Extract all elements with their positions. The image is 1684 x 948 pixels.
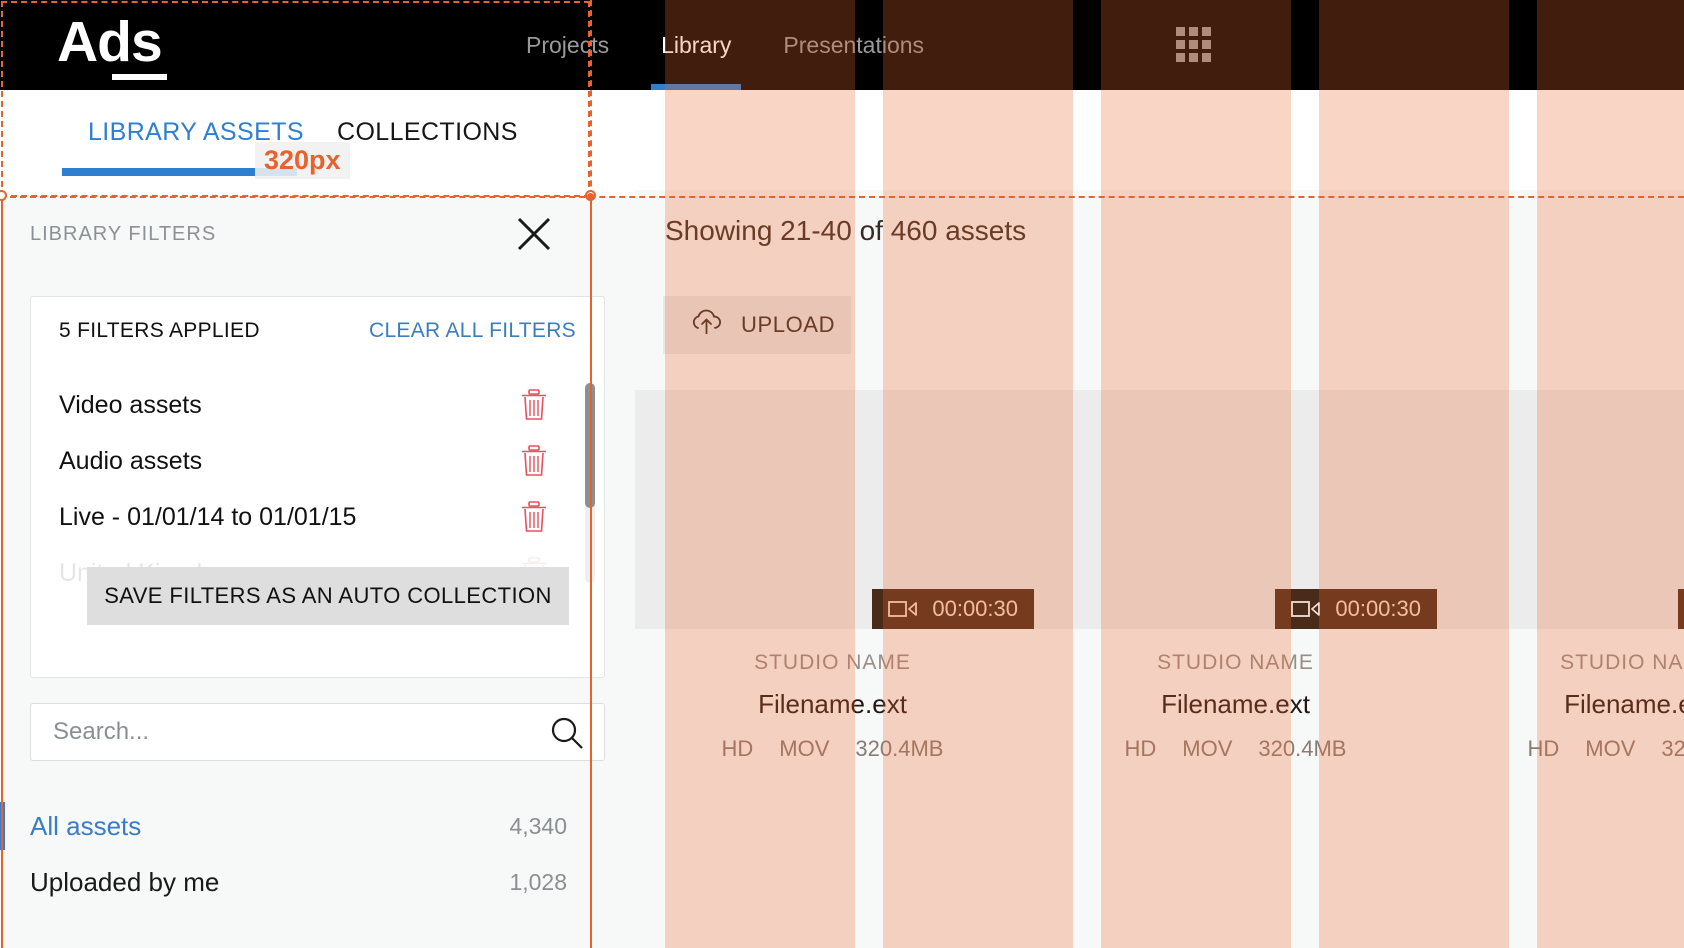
sidebar-item-count: 1,028 [509,868,567,895]
filters-scrollbar[interactable] [585,383,595,583]
search-input[interactable] [31,704,604,760]
clear-all-filters-link[interactable]: CLEAR ALL FILTERS [369,319,576,343]
asset-size: 320.4MB [1258,736,1347,761]
duration-text: 00:00:30 [932,596,1018,621]
asset-thumbnail[interactable]: 00:00:30 [1437,390,1684,629]
upload-button[interactable]: UPLOAD [663,296,851,354]
close-icon[interactable] [513,213,555,255]
duration-text: 00:00:30 [1335,596,1421,621]
asset-nav-list: All assets 4,340 Uploaded by me 1,028 [0,798,635,910]
asset-filename: Filename.ext [1564,689,1684,719]
asset-studio-name: STUDIO NAME [1560,651,1684,674]
sidebar-item-uploaded-by-me[interactable]: Uploaded by me 1,028 [0,854,635,910]
asset-quality: HD [1124,736,1157,761]
logo-underline [112,74,167,80]
filter-row[interactable]: Live - 01/01/14 to 01/01/15 [59,489,576,545]
search-field-wrapper [30,703,605,761]
video-camera-icon [1291,599,1321,619]
applied-filters-card: 5 FILTERS APPLIED CLEAR ALL FILTERS Vide… [30,296,605,678]
filter-label: Audio assets [59,446,203,475]
asset-specs: HD MOV 320.4MB [1034,736,1437,762]
sidebar-item-count: 4,340 [509,812,567,839]
app-root: Ads Projects Library Presentations LIBRA… [0,0,1684,948]
results-count-label: Showing 21-40 of 460 assets [665,215,1027,246]
sidebar-item-label: All assets [30,810,142,841]
asset-specs: HD MOV 320.4MB [1437,736,1684,762]
asset-quality: HD [721,736,754,761]
library-tab-bar: LIBRARY ASSETS COLLECTIONS [0,90,640,190]
grid-icon[interactable] [1176,27,1212,63]
asset-studio-name: STUDIO NAME [1157,651,1314,674]
asset-quality: HD [1527,736,1560,761]
duration-badge: 00:00:30 [872,589,1034,629]
asset-size: 320.4MB [1661,736,1684,761]
asset-browser-main: Showing 21-40 of 460 assets UPLOAD 00:00… [631,190,1684,948]
asset-metadata: STUDIO NAME Filename.ext HD MOV 320.4MB [1034,629,1437,762]
sidebar-item-label: Uploaded by me [30,866,220,897]
cloud-upload-icon [689,308,725,342]
nav-link-projects[interactable]: Projects [500,0,635,90]
asset-format: MOV [1182,736,1233,761]
asset-studio-name: STUDIO NAME [754,651,911,674]
asset-card[interactable]: 00:00:30 STUDIO NAME Filename.ext HD MOV… [1034,390,1437,762]
filters-applied-count: 5 FILTERS APPLIED [59,319,260,342]
asset-card[interactable]: 00:00:30 STUDIO NAME Filename.ext HD MOV… [1437,390,1684,762]
filter-label: Video assets [59,390,202,419]
asset-filename: Filename.ext [758,689,907,719]
primary-nav: Projects Library Presentations [500,0,950,90]
filter-row[interactable]: Video assets [59,377,576,433]
video-camera-icon [888,599,918,619]
asset-size: 320.4MB [855,736,944,761]
trash-icon[interactable] [520,445,548,477]
trash-icon[interactable] [520,389,548,421]
asset-metadata: STUDIO NAME Filename.ext HD MOV 320.4MB [1437,629,1684,762]
asset-filename: Filename.ext [1161,689,1310,719]
nav-link-library[interactable]: Library [635,0,757,90]
filters-scrollbar-thumb[interactable] [585,383,595,508]
asset-card[interactable]: 00:00:30 STUDIO NAME Filename.ext HD MOV… [631,390,1034,762]
tab-active-underline [62,168,297,176]
upload-button-label: UPLOAD [741,312,836,337]
asset-format: MOV [779,736,830,761]
sidebar-title: LIBRARY FILTERS [30,223,217,245]
nav-link-presentations[interactable]: Presentations [757,0,950,90]
asset-specs: HD MOV 320.4MB [631,736,1034,762]
filter-row[interactable]: Audio assets [59,433,576,489]
top-navigation-bar: Ads Projects Library Presentations [0,0,1684,90]
applied-filters-header: 5 FILTERS APPLIED CLEAR ALL FILTERS [59,319,576,343]
app-logo[interactable]: Ads [57,8,163,76]
trash-icon[interactable] [520,501,548,533]
applied-filters-list: Video assets Audio assets Live - 01/01/1… [31,377,604,677]
asset-grid: 00:00:30 STUDIO NAME Filename.ext HD MOV… [631,390,1684,948]
asset-metadata: STUDIO NAME Filename.ext HD MOV 320.4MB [631,629,1034,762]
asset-thumbnail[interactable]: 00:00:30 [631,390,1034,629]
asset-format: MOV [1585,736,1636,761]
tab-library-assets[interactable]: LIBRARY ASSETS [88,118,304,147]
library-filters-sidebar: LIBRARY FILTERS 5 FILTERS APPLIED CLEAR … [0,198,635,948]
asset-thumbnail[interactable]: 00:00:30 [1034,390,1437,629]
filter-label: Live - 01/01/14 to 01/01/15 [59,502,357,531]
search-icon[interactable] [550,716,584,750]
duration-badge: 00:00:30 [1275,589,1437,629]
tab-collections[interactable]: COLLECTIONS [337,118,518,147]
duration-badge: 00:00:30 [1678,589,1684,629]
save-filters-as-auto-collection-button[interactable]: SAVE FILTERS AS AN AUTO COLLECTION [87,567,569,625]
sidebar-item-all-assets[interactable]: All assets 4,340 [0,798,635,854]
